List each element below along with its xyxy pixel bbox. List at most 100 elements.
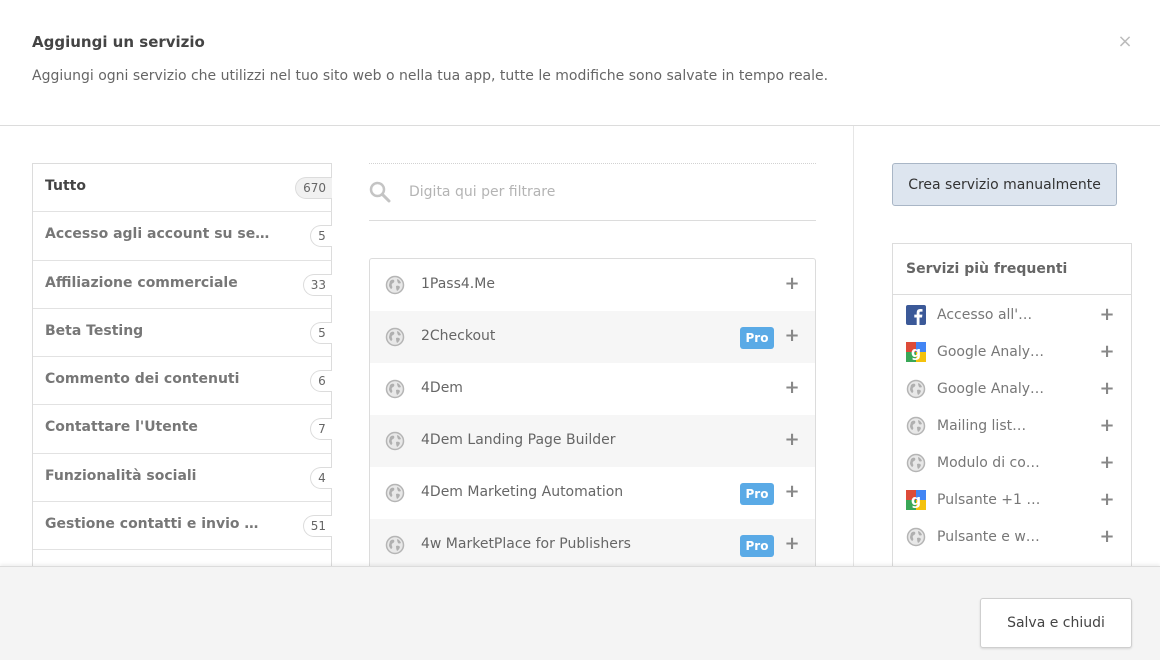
category-item[interactable]: Funzionalità sociali 4 — [33, 453, 332, 503]
add-service-icon[interactable]: + — [784, 378, 800, 398]
service-row[interactable]: 1Pass4.Me + — [370, 259, 815, 311]
category-count-badge: 6 — [310, 370, 332, 393]
create-service-manually-button[interactable]: Crea servizio manualmente — [892, 163, 1117, 206]
category-label: Funzionalità sociali — [45, 467, 197, 484]
frequent-services-title: Servizi più frequenti — [893, 244, 1131, 295]
frequent-service-item[interactable]: g Pulsante +1 … + — [893, 480, 1131, 517]
frequent-service-name: Mailing list… — [937, 418, 1027, 434]
service-name: 1Pass4.Me — [421, 276, 495, 292]
search-bar — [369, 163, 816, 221]
globe-icon — [385, 431, 405, 451]
facebook-icon — [906, 305, 926, 325]
svg-text:g: g — [911, 345, 921, 361]
service-name: 4Dem Landing Page Builder — [421, 432, 616, 448]
globe-icon — [906, 379, 926, 399]
frequent-service-name: Pulsante e w… — [937, 529, 1040, 545]
frequent-services-panel: Servizi più frequenti Accesso all'… + g Goo… — [892, 243, 1132, 566]
globe-icon — [385, 483, 405, 503]
globe-icon — [385, 483, 405, 503]
category-item[interactable]: Contattare l'Utente 7 — [33, 405, 332, 454]
category-item[interactable]: Tutto 670 — [33, 164, 332, 213]
globe-icon — [906, 527, 926, 547]
dialog-title: Aggiungi un servizio — [32, 33, 205, 51]
service-name: 4Dem Marketing Automation — [421, 484, 624, 500]
add-service-icon[interactable]: + — [1099, 305, 1115, 325]
add-service-icon[interactable]: + — [1099, 342, 1115, 362]
category-count-badge: 5 — [310, 321, 332, 344]
category-label: Gestione contatti e invio … — [45, 516, 259, 533]
category-label: Tutto — [45, 178, 86, 194]
frequent-service-item[interactable]: Mailing list… + — [893, 406, 1131, 443]
add-service-icon[interactable]: + — [1099, 527, 1115, 547]
frequent-service-name: Modulo di co… — [937, 455, 1040, 471]
service-name: 4Dem — [421, 380, 463, 396]
category-item[interactable]: Affiliazione commerciale 33 — [33, 260, 332, 309]
category-item[interactable]: Beta Testing 5 — [33, 308, 332, 358]
globe-icon — [385, 535, 405, 555]
add-service-icon[interactable]: + — [1099, 490, 1115, 510]
add-service-icon[interactable]: + — [1099, 379, 1115, 399]
globe-icon — [385, 379, 405, 399]
service-row[interactable]: 2Checkout Pro + — [370, 311, 815, 363]
add-service-icon[interactable]: + — [784, 482, 800, 502]
globe-icon — [906, 416, 926, 436]
category-count-badge: 670 — [295, 177, 332, 199]
globe-icon — [385, 431, 405, 451]
add-service-icon[interactable]: + — [784, 326, 800, 346]
add-service-icon[interactable]: + — [1099, 453, 1115, 473]
dialog-body: Tutto 670 Accesso agli account su se… 5 Affi… — [0, 126, 1160, 566]
column-divider — [853, 126, 854, 566]
pro-badge: Pro — [740, 483, 774, 505]
category-count-badge: 5 — [310, 225, 332, 248]
category-label: Affiliazione commerciale — [45, 274, 238, 291]
category-count-badge: 7 — [310, 418, 332, 441]
globe-icon — [385, 535, 405, 555]
service-name: 4w MarketPlace for Publishers — [421, 536, 631, 552]
dialog-header: Aggiungi un servizio Aggiungi ogni servi… — [0, 0, 1160, 126]
category-item[interactable]: Gestione contatti e invio … 51 — [33, 502, 332, 551]
frequent-service-item[interactable]: Modulo di co… + — [893, 443, 1131, 480]
category-count-badge: 51 — [302, 515, 332, 538]
frequent-service-name: Google Analy… — [937, 381, 1045, 397]
frequent-service-item[interactable]: Accesso all'… + — [893, 295, 1131, 332]
frequent-service-item[interactable]: g Google Analy… + — [893, 332, 1131, 369]
frequent-services-list: Accesso all'… + g Google Analy… + Google Anal… — [893, 295, 1131, 554]
add-service-icon[interactable]: + — [1099, 416, 1115, 436]
globe-icon — [906, 527, 926, 547]
category-item[interactable] — [33, 550, 332, 566]
category-label: Commento dei contenuti — [45, 371, 240, 388]
frequent-service-item[interactable]: Google Analy… + — [893, 369, 1131, 406]
category-label: Beta Testing — [45, 322, 144, 339]
close-icon[interactable]: × — [1116, 32, 1134, 52]
category-count-badge: 33 — [302, 273, 332, 296]
service-name: 2Checkout — [421, 328, 496, 344]
save-and-close-button[interactable]: Salva e chiudi — [980, 598, 1132, 648]
service-row[interactable]: 4Dem + — [370, 363, 815, 415]
add-service-icon[interactable]: + — [784, 274, 800, 294]
google-icon: g — [906, 342, 926, 362]
service-row[interactable]: 4Dem Landing Page Builder + — [370, 415, 815, 467]
globe-icon — [385, 379, 405, 399]
category-list: Tutto 670 Accesso agli account su se… 5 Affi… — [32, 163, 332, 566]
dialog-footer: Salva e chiudi — [0, 566, 1160, 660]
frequent-service-item[interactable]: Pulsante e w… + — [893, 517, 1131, 554]
svg-text:g: g — [911, 493, 921, 509]
google-icon: g — [906, 490, 926, 510]
add-service-icon[interactable]: + — [784, 534, 800, 554]
add-service-icon[interactable]: + — [784, 430, 800, 450]
frequent-service-name: Pulsante +1 … — [937, 492, 1041, 508]
category-count-badge: 4 — [310, 466, 332, 489]
google-icon: g — [906, 490, 926, 510]
globe-icon — [906, 453, 926, 473]
pro-badge: Pro — [740, 327, 774, 349]
category-label: Accesso agli account su se… — [45, 226, 270, 243]
pro-badge: Pro — [740, 535, 774, 557]
globe-icon — [385, 327, 405, 347]
category-item[interactable]: Commento dei contenuti 6 — [33, 357, 332, 406]
globe-icon — [906, 453, 926, 473]
service-row[interactable]: 4w MarketPlace for Publishers Pro + — [370, 519, 815, 566]
search-input[interactable] — [409, 178, 809, 206]
globe-icon — [385, 327, 405, 347]
service-row[interactable]: 4Dem Marketing Automation Pro + — [370, 467, 815, 519]
category-item[interactable]: Accesso agli account su se… 5 — [33, 212, 332, 261]
